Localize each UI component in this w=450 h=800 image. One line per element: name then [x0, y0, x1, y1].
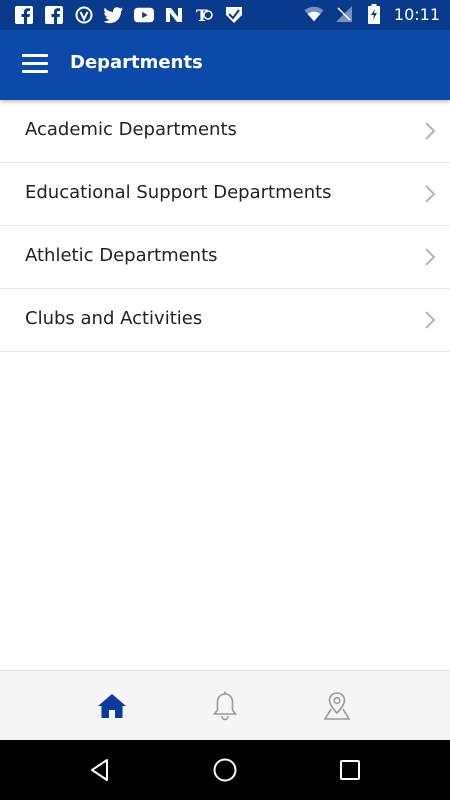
twitter-icon [104, 5, 124, 25]
facebook-icon [14, 5, 34, 25]
clock-time: 10:11 [393, 4, 440, 24]
home-circle-icon [213, 758, 237, 782]
list-item-educational-support-departments[interactable]: Educational Support Departments [0, 163, 450, 226]
list-item-academic-departments[interactable]: Academic Departments [0, 100, 450, 163]
youtube-icon [134, 5, 154, 25]
facebook-icon [44, 5, 64, 25]
bell-icon [212, 691, 238, 721]
home-icon [98, 694, 126, 718]
departments-list: Academic Departments Educational Support… [0, 100, 450, 352]
nav-home-button[interactable] [92, 686, 132, 726]
back-icon [91, 759, 108, 781]
page-title: Departments [70, 52, 203, 73]
battery-charging-icon [364, 4, 384, 24]
news-n-icon [164, 5, 184, 25]
nav-map-button[interactable] [317, 686, 357, 726]
system-status-icons: 10:11 [304, 4, 440, 24]
map-pin-icon [323, 692, 351, 720]
system-navigation-bar [0, 740, 450, 800]
chevron-right-icon [425, 122, 436, 140]
nav-notifications-button[interactable] [205, 686, 245, 726]
list-item-label: Clubs and Activities [25, 308, 203, 329]
list-item-label: Athletic Departments [25, 245, 218, 266]
signal-icon [334, 4, 354, 24]
list-item-label: Academic Departments [25, 119, 237, 140]
recents-icon [340, 760, 360, 780]
chevron-right-icon [425, 248, 436, 266]
chevron-right-icon [425, 185, 436, 203]
shield-check-icon [224, 5, 244, 25]
svg-text:T: T [196, 6, 208, 24]
app-bar: Departments [0, 30, 450, 100]
hamburger-menu-icon[interactable] [22, 54, 48, 76]
list-item-clubs-and-activities[interactable]: Clubs and Activities [0, 289, 450, 352]
notification-icons: T [14, 5, 244, 25]
home-button[interactable] [209, 754, 241, 786]
list-item-athletic-departments[interactable]: Athletic Departments [0, 226, 450, 289]
status-bar: T 10:11 [0, 0, 450, 30]
bottom-navigation [0, 670, 450, 741]
recents-button[interactable] [334, 754, 366, 786]
list-item-label: Educational Support Departments [25, 182, 332, 203]
vpn-icon [74, 5, 94, 25]
nytimes-icon: T [194, 5, 214, 25]
wifi-icon [304, 4, 324, 24]
chevron-right-icon [425, 311, 436, 329]
back-button[interactable] [84, 754, 116, 786]
